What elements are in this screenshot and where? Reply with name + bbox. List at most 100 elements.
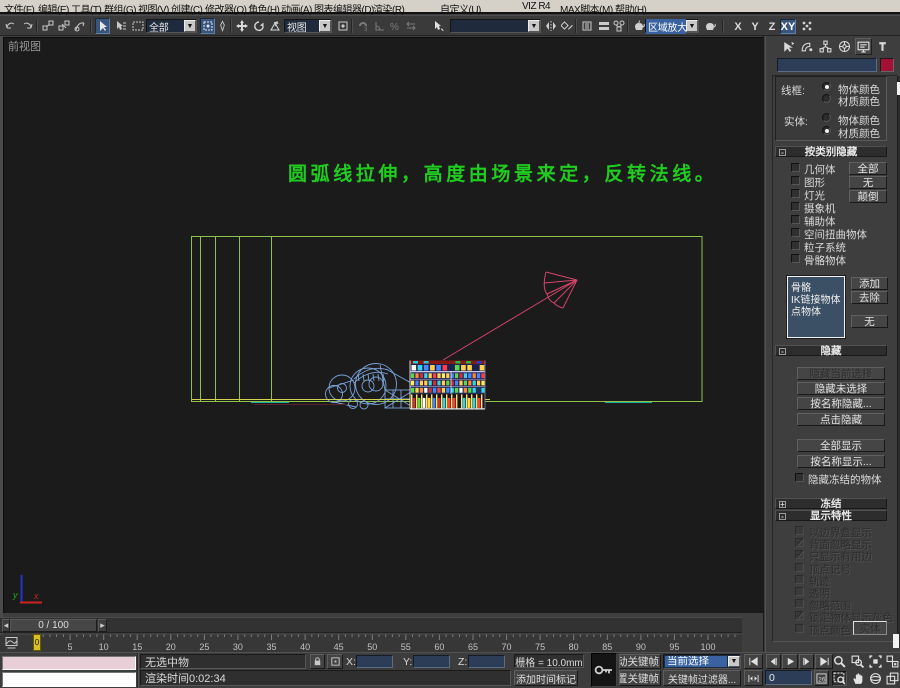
menu-item-2[interactable]: 编辑(E) — [38, 1, 69, 16]
object-name-field[interactable] — [777, 58, 877, 72]
category-checkbox-7[interactable] — [791, 241, 800, 250]
menu-item-9[interactable]: 动画(A) — [281, 1, 312, 16]
layer-manager-icon[interactable] — [579, 18, 594, 34]
menu-item-4[interactable]: 群组(G) — [104, 1, 136, 16]
rollout-hide-toggle[interactable]: - — [779, 348, 786, 355]
add-time-tag-button[interactable]: 添加时间标记 — [514, 670, 578, 686]
current-frame-field[interactable]: 0 — [765, 670, 812, 685]
select-manipulate-icon[interactable] — [430, 18, 445, 34]
macro-recorder-pane[interactable] — [2, 656, 136, 670]
tab-display[interactable] — [855, 38, 872, 55]
absolute-mode-toggle[interactable] — [327, 654, 343, 669]
tab-utilities[interactable] — [874, 38, 891, 55]
axis-constraint-xy[interactable]: XY — [780, 19, 796, 34]
schematic-view-icon[interactable] — [611, 18, 626, 34]
tab-motion[interactable] — [836, 38, 853, 55]
selection-filter-combo[interactable]: 全部▼ — [146, 19, 197, 33]
menu-item-5[interactable]: 视图(V) — [138, 1, 169, 16]
category-checkbox-2[interactable] — [791, 176, 800, 185]
reference-coordinate-combo[interactable]: 视图▼ — [284, 19, 332, 33]
prev-frame-button[interactable] — [766, 654, 781, 669]
rollout-display-properties[interactable]: -显示特性 — [775, 510, 887, 521]
menu-item-1[interactable]: 文件(F) — [4, 1, 34, 16]
menu-item-10[interactable]: 图表编辑器(D) — [314, 1, 374, 16]
menu-item-7[interactable]: 修改器(O) — [205, 1, 246, 16]
named-selection-combo-arrow[interactable]: ▼ — [528, 20, 540, 32]
render-type-combo-arrow[interactable]: ▼ — [686, 20, 698, 32]
exclude-list[interactable]: 骨骼IK链接物体点物体 — [787, 276, 845, 338]
category-invert-button[interactable]: 颠倒 — [849, 190, 887, 203]
category-checkbox-4[interactable] — [791, 202, 800, 211]
key-mode-toggle[interactable] — [744, 670, 763, 686]
selection-lock-toggle[interactable] — [310, 654, 325, 669]
menu-item-12[interactable]: 自定义(U) — [440, 1, 481, 16]
select-rotate-icon[interactable] — [251, 18, 266, 34]
select-by-name-icon[interactable] — [113, 18, 128, 34]
key-filters-button[interactable]: 关键帧过滤器... — [663, 670, 741, 686]
rollout-freeze[interactable]: +冻结 — [775, 498, 887, 509]
xy-plane-icon[interactable] — [799, 18, 814, 34]
category-checkbox-6[interactable] — [791, 228, 800, 237]
unlink-icon[interactable] — [56, 18, 71, 34]
named-selection-combo[interactable]: ▼ — [450, 19, 541, 33]
auto-key-button[interactable]: 自动关键帧 — [619, 654, 661, 669]
render-type-combo[interactable]: 区域放大▼ — [645, 19, 699, 33]
key-selection-combo-arrow[interactable]: ▼ — [728, 656, 740, 667]
coord-x-field[interactable] — [356, 655, 393, 668]
menu-item-15[interactable]: 帮助(H) — [615, 1, 646, 16]
window-crossing-icon[interactable] — [217, 18, 228, 34]
rollout-hide[interactable]: -隐藏 — [775, 345, 887, 356]
align-icon[interactable] — [559, 18, 574, 34]
category-checkbox-3[interactable] — [791, 189, 800, 198]
open-mini-curve-editor-icon[interactable] — [4, 636, 20, 649]
use-pivot-center-icon[interactable] — [335, 18, 350, 34]
time-slider-next-button[interactable]: ▸ — [98, 619, 107, 632]
rollout-display-properties-toggle[interactable]: - — [779, 513, 786, 520]
object-color-swatch[interactable] — [880, 58, 894, 72]
current-frame-marker[interactable]: 0 — [33, 634, 41, 651]
coord-y-field[interactable] — [413, 655, 450, 668]
angle-snap-icon[interactable] — [371, 18, 386, 34]
minmax-toggle-button[interactable] — [885, 671, 900, 686]
tab-create[interactable] — [779, 38, 796, 55]
spinner-snap-icon[interactable] — [403, 18, 418, 34]
percent-snap-icon[interactable]: % — [387, 18, 402, 34]
tab-modify[interactable] — [798, 38, 815, 55]
menu-item-6[interactable]: 创建(C) — [171, 1, 202, 16]
go-start-button[interactable] — [744, 654, 763, 669]
zoom-extents-button[interactable] — [868, 654, 883, 669]
listener-pane[interactable] — [2, 672, 136, 687]
undo-icon[interactable] — [3, 18, 18, 34]
select-object-icon[interactable] — [95, 18, 110, 34]
rollout-freeze-toggle[interactable]: + — [779, 501, 786, 508]
go-end-button[interactable] — [815, 654, 833, 669]
curve-editor-icon[interactable] — [596, 18, 611, 34]
unhide-all-button[interactable]: 全部显示 — [797, 439, 885, 452]
select-scale-icon[interactable] — [267, 18, 282, 34]
menu-item-13[interactable]: VIZ R4 — [522, 1, 550, 12]
menu-item-14[interactable]: MAX脚本(M) — [560, 1, 613, 16]
redo-icon[interactable] — [19, 18, 34, 34]
tab-hierarchy[interactable] — [817, 38, 834, 55]
track-bar[interactable]: 5101520253035404550556065707580859095100… — [0, 634, 742, 652]
time-slider[interactable]: ◂ 0 / 100 ▸ — [0, 617, 742, 633]
region-zoom-button[interactable] — [832, 671, 847, 686]
wireframe-material-color-radio[interactable] — [822, 94, 831, 103]
category-all-button[interactable]: 全部 — [849, 162, 887, 175]
unhide-by-name-button[interactable]: 按名称显示... — [797, 455, 885, 468]
selection-filter-combo-arrow[interactable]: ▼ — [184, 20, 196, 32]
menu-item-3[interactable]: 工具(T) — [71, 1, 101, 16]
time-slider-prev-button[interactable]: ◂ — [2, 619, 10, 632]
arc-rotate-button[interactable] — [868, 671, 883, 686]
menu-item-11[interactable]: 渲染(R) — [373, 1, 404, 16]
set-key-button[interactable]: 设置关键帧 — [619, 670, 661, 686]
menu-item-8[interactable]: 角色(H) — [248, 1, 279, 16]
select-move-icon[interactable] — [234, 18, 249, 34]
zoom-all-button[interactable] — [850, 654, 865, 669]
rect-selection-region-icon[interactable] — [130, 18, 145, 34]
mirror-icon[interactable] — [543, 18, 558, 34]
coord-z-field[interactable] — [468, 655, 505, 668]
zoom-extents-all-button[interactable] — [885, 654, 900, 669]
quick-render-icon[interactable] — [702, 18, 717, 34]
axis-constraint-x[interactable]: X — [731, 19, 745, 34]
